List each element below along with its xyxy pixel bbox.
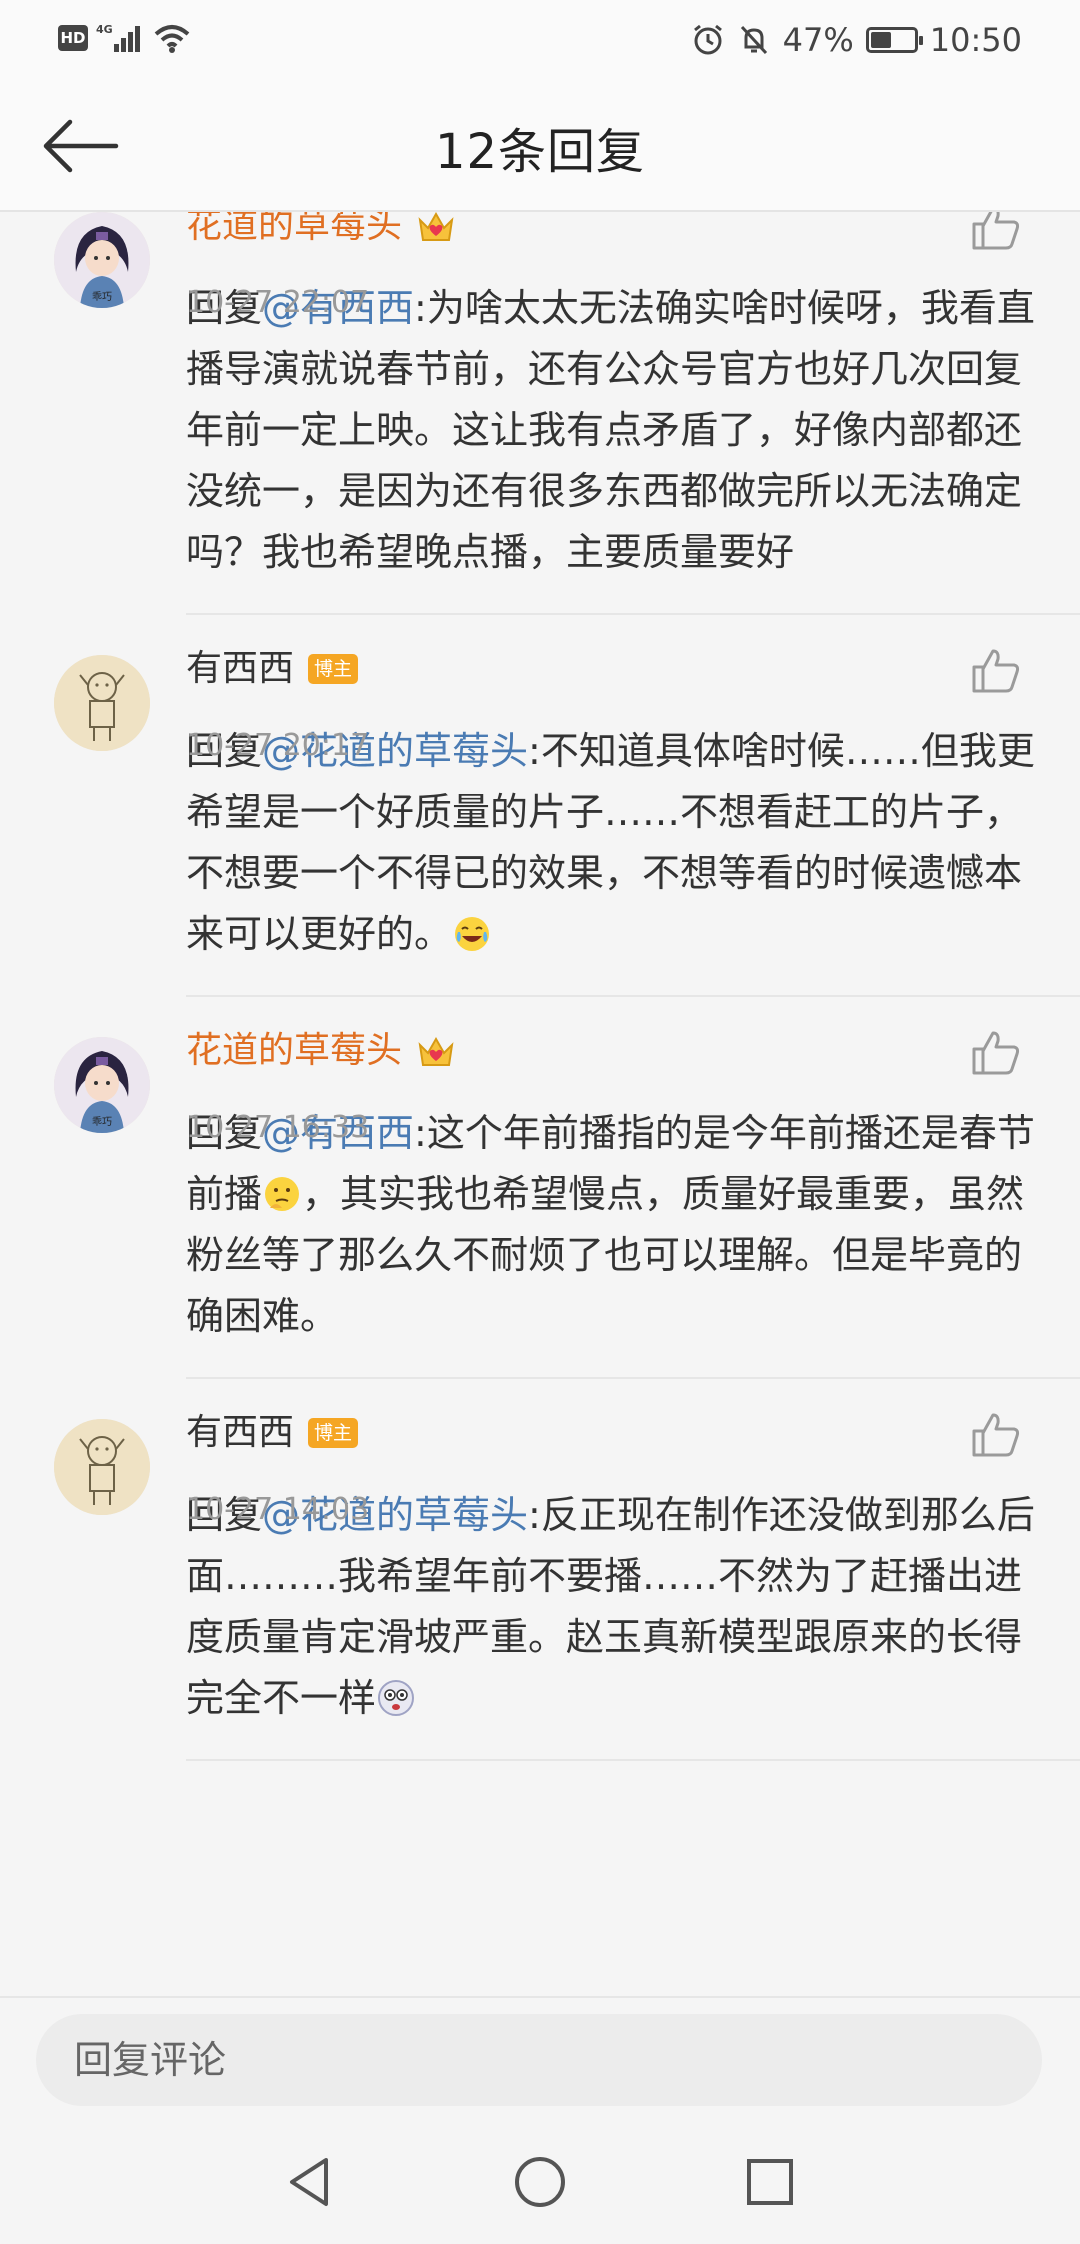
network-label: 4G	[96, 23, 113, 36]
host-badge: 博主	[308, 1418, 359, 1448]
svg-text:乖巧: 乖巧	[92, 291, 112, 303]
divider	[186, 1759, 1080, 1761]
comment-text: 回复@有西西:为啥太太无法确实啥时候呀，我看直播导演就说春节前，还有公众号官方也…	[186, 278, 1036, 583]
author-line: 花道的草莓头	[186, 1031, 456, 1071]
comment-item: 有西西 博主 10-27 14:03 回复@花道的草莓头:反正现在制作还没做到那…	[0, 1379, 1080, 1761]
comment-time: 10-27 20:17	[186, 728, 370, 763]
avatar[interactable]: 乖巧	[54, 212, 150, 308]
avatar-doodle-image	[54, 1419, 150, 1515]
status-bar: HD 4G 47% 10:50	[0, 0, 1080, 78]
crown-heart-icon	[418, 212, 454, 241]
laugh-cry-emoji	[455, 917, 490, 951]
clock: 10:50	[929, 21, 1022, 59]
page-title: 12条回复	[434, 124, 646, 180]
battery-percent: 47%	[782, 21, 854, 59]
comment-header: 花道的草莓头 10-27 22:07	[186, 212, 1080, 320]
author-name[interactable]: 花道的草莓头	[186, 1031, 402, 1071]
header: 12条回复	[0, 78, 1080, 212]
comment-item: 乖巧 花道的草莓头 10-27 16:33 回复@有西西:这个年前播指的是今年前…	[0, 997, 1080, 1379]
battery-icon	[865, 27, 923, 53]
like-thumb-icon[interactable]	[970, 212, 1022, 252]
host-badge: 博主	[308, 654, 359, 684]
author-name[interactable]: 有西西	[186, 1413, 294, 1453]
thinking-emoji	[265, 1177, 300, 1211]
author-name[interactable]: 花道的草莓头	[186, 212, 402, 246]
avatar[interactable]	[54, 655, 150, 751]
status-left: HD 4G	[58, 22, 192, 54]
system-nav-bar	[0, 2116, 1080, 2244]
author-line: 有西西 博主	[186, 649, 359, 689]
comment-time: 10-27 14:03	[186, 1492, 370, 1527]
comment-header: 有西西 博主 10-27 20:17	[186, 615, 1080, 763]
comment-list-content: 乖巧 花道的草莓头 10-27 22:07 回复@有西西:为啥太太无法确实啥时候…	[0, 212, 1080, 1761]
avatar-girl-image: 乖巧	[54, 212, 150, 308]
author-name[interactable]: 有西西	[186, 649, 294, 689]
wifi-icon	[154, 25, 190, 53]
hd-icon: HD	[58, 25, 88, 51]
reply-comment-input[interactable]	[36, 2014, 1042, 2106]
screen: HD 4G 47% 10:50 12条回复 乖巧 花道的草莓头 10-27 22…	[0, 0, 1080, 2244]
comment-time: 10-27 16:33	[186, 1110, 370, 1145]
comment-body: ，其实我也希望慢点，质量好最重要，虽然粉丝等了那么久不耐烦了也可以理解。但是毕竟…	[186, 1172, 1025, 1338]
dizzy-face-emoji	[378, 1680, 415, 1716]
reply-bar	[0, 1996, 1080, 2116]
comment-item: 乖巧 花道的草莓头 10-27 22:07 回复@有西西:为啥太太无法确实啥时候…	[0, 212, 1080, 615]
comment-list[interactable]: 乖巧 花道的草莓头 10-27 22:07 回复@有西西:为啥太太无法确实啥时候…	[0, 212, 1080, 1996]
nav-recents-icon[interactable]	[740, 2152, 800, 2212]
status-right: 47% 10:50	[691, 16, 1022, 64]
like-thumb-icon[interactable]	[970, 645, 1022, 695]
like-thumb-icon[interactable]	[970, 1027, 1022, 1077]
mute-bell-icon	[740, 25, 767, 55]
author-line: 花道的草莓头	[186, 212, 456, 246]
svg-text:乖巧: 乖巧	[92, 1116, 112, 1128]
comment-time: 10-27 22:07	[186, 285, 370, 320]
author-line: 有西西 博主	[186, 1413, 359, 1453]
avatar[interactable]	[54, 1419, 150, 1515]
comment-item: 有西西 博主 10-27 20:17 回复@花道的草莓头:不知道具体啥时候……但…	[0, 615, 1080, 997]
avatar[interactable]: 乖巧	[54, 1037, 150, 1133]
alarm-icon	[693, 24, 722, 55]
signal-icon: 4G	[96, 23, 140, 52]
like-thumb-icon[interactable]	[970, 1409, 1022, 1459]
avatar-doodle-image	[54, 655, 150, 751]
nav-back-icon[interactable]	[280, 2152, 340, 2212]
comment-header: 有西西 博主 10-27 14:03	[186, 1379, 1080, 1527]
battery-fill	[870, 32, 891, 48]
nav-home-icon[interactable]	[510, 2152, 570, 2212]
avatar-girl-image: 乖巧	[54, 1037, 150, 1133]
crown-heart-icon	[418, 1036, 454, 1066]
comment-header: 花道的草莓头 10-27 16:33	[186, 997, 1080, 1145]
